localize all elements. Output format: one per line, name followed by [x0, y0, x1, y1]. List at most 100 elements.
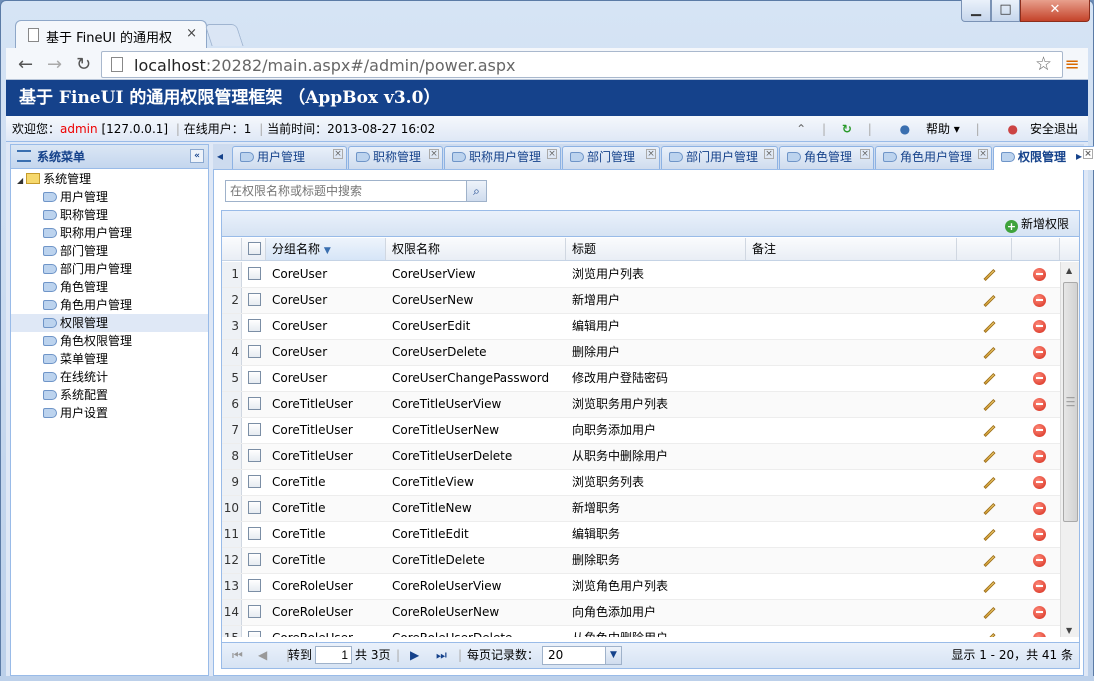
page-size-select[interactable]: 20 ▼: [542, 646, 622, 665]
table-row[interactable]: 1 CoreUser CoreUserView 浏览用户列表: [222, 262, 1060, 288]
delete-icon[interactable]: [1032, 632, 1046, 637]
delete-icon[interactable]: [1032, 476, 1046, 489]
table-row[interactable]: 5 CoreUser CoreUserChangePassword 修改用户登陆密码: [222, 366, 1060, 392]
scroll-down-icon[interactable]: ▼: [1066, 626, 1072, 635]
column-header-group[interactable]: 分组名称 ▼: [266, 238, 386, 260]
close-icon[interactable]: ×: [429, 149, 439, 159]
sidebar-item[interactable]: 角色管理: [43, 278, 108, 296]
table-row[interactable]: 11 CoreTitle CoreTitleEdit 编辑职务: [222, 522, 1060, 548]
sidebar-item[interactable]: 职称管理: [43, 206, 108, 224]
row-checkbox[interactable]: [248, 631, 261, 637]
row-checkbox[interactable]: [248, 293, 261, 306]
edit-pencil-icon[interactable]: [982, 294, 996, 308]
row-checkbox[interactable]: [248, 527, 261, 540]
delete-icon[interactable]: [1032, 372, 1046, 385]
sidebar-item[interactable]: 用户设置: [43, 404, 108, 422]
sidebar-item[interactable]: 角色用户管理: [43, 296, 132, 314]
tab[interactable]: 部门管理 ×: [562, 146, 660, 169]
first-page-icon[interactable]: ⏮: [232, 643, 243, 667]
column-header-remark[interactable]: 备注: [746, 238, 957, 260]
close-icon[interactable]: ×: [978, 149, 988, 159]
close-window-button[interactable]: ✕: [1020, 0, 1090, 22]
table-row[interactable]: 12 CoreTitle CoreTitleDelete 删除职务: [222, 548, 1060, 574]
close-icon[interactable]: ×: [333, 149, 343, 159]
row-checkbox[interactable]: [248, 371, 261, 384]
delete-icon[interactable]: [1032, 294, 1046, 307]
sidebar-item[interactable]: 系统配置: [43, 386, 108, 404]
help-menu[interactable]: ● 帮助 ▾: [888, 122, 960, 136]
close-icon[interactable]: ×: [547, 149, 557, 159]
delete-icon[interactable]: [1032, 528, 1046, 541]
table-row[interactable]: 8 CoreTitleUser CoreTitleUserDelete 从职务中删除用…: [222, 444, 1060, 470]
edit-pencil-icon[interactable]: [982, 606, 996, 620]
select-all-checkbox[interactable]: [248, 242, 261, 255]
delete-icon[interactable]: [1032, 424, 1046, 437]
add-power-button[interactable]: + 新增权限: [1004, 215, 1069, 233]
refresh-icon[interactable]: ↻: [842, 122, 852, 136]
sidebar-item[interactable]: 权限管理: [11, 314, 208, 332]
edit-pencil-icon[interactable]: [982, 424, 996, 438]
collapse-header-icon[interactable]: ⌃: [796, 122, 806, 136]
row-checkbox[interactable]: [248, 267, 261, 280]
tab-scroll-right-icon[interactable]: ▸: [1076, 149, 1082, 163]
tab[interactable]: 职称用户管理 ×: [444, 146, 561, 169]
back-icon[interactable]: ←: [18, 54, 33, 75]
address-bar[interactable]: localhost:20282/main.aspx#/admin/power.a…: [101, 51, 1063, 78]
bookmark-star-icon[interactable]: ☆: [1035, 53, 1052, 75]
minimize-button[interactable]: ▁: [961, 0, 991, 22]
tab[interactable]: 角色管理 ×: [779, 146, 874, 169]
row-checkbox[interactable]: [248, 501, 261, 514]
delete-icon[interactable]: [1032, 580, 1046, 593]
next-page-icon[interactable]: ▶: [410, 643, 419, 667]
table-row[interactable]: 15 CoreRoleUser CoreRoleUserDelete 从角色中删除用户: [222, 626, 1060, 637]
edit-pencil-icon[interactable]: [982, 450, 996, 464]
expand-icon[interactable]: ◢: [17, 176, 23, 185]
table-row[interactable]: 6 CoreTitleUser CoreTitleUserView 浏览职务用户列表: [222, 392, 1060, 418]
table-row[interactable]: 10 CoreTitle CoreTitleNew 新增职务: [222, 496, 1060, 522]
search-icon[interactable]: ⌕: [466, 181, 486, 201]
sidebar-item[interactable]: 角色权限管理: [43, 332, 132, 350]
edit-pencil-icon[interactable]: [982, 346, 996, 360]
delete-icon[interactable]: [1032, 554, 1046, 567]
delete-icon[interactable]: [1032, 398, 1046, 411]
sidebar-item[interactable]: 在线统计: [43, 368, 108, 386]
tab[interactable]: 角色用户管理 ×: [875, 146, 992, 169]
edit-pencil-icon[interactable]: [982, 528, 996, 542]
close-tab-icon[interactable]: ×: [186, 26, 197, 41]
column-header-title[interactable]: 标题: [566, 238, 746, 260]
last-page-icon[interactable]: ⏭: [436, 643, 447, 667]
new-tab-button[interactable]: [204, 24, 244, 46]
page-number-input[interactable]: [315, 646, 352, 664]
tab-scroll-left-icon[interactable]: ◂: [217, 149, 223, 163]
row-checkbox[interactable]: [248, 579, 261, 592]
sidebar-item[interactable]: 菜单管理: [43, 350, 108, 368]
edit-pencil-icon[interactable]: [982, 632, 996, 637]
row-checkbox[interactable]: [248, 319, 261, 332]
table-row[interactable]: 14 CoreRoleUser CoreRoleUserNew 向角色添加用户: [222, 600, 1060, 626]
row-checkbox[interactable]: [248, 449, 261, 462]
row-checkbox[interactable]: [248, 475, 261, 488]
edit-pencil-icon[interactable]: [982, 476, 996, 490]
delete-icon[interactable]: [1032, 450, 1046, 463]
tree-root-system[interactable]: ◢ 系统管理: [17, 170, 91, 188]
edit-pencil-icon[interactable]: [982, 398, 996, 412]
tab[interactable]: 用户管理 ×: [232, 146, 347, 169]
delete-icon[interactable]: [1032, 502, 1046, 515]
table-row[interactable]: 3 CoreUser CoreUserEdit 编辑用户: [222, 314, 1060, 340]
edit-pencil-icon[interactable]: [982, 320, 996, 334]
username[interactable]: admin: [60, 122, 98, 136]
close-icon[interactable]: ×: [1083, 149, 1093, 159]
column-header-name[interactable]: 权限名称: [386, 238, 566, 260]
chevron-down-icon[interactable]: ▼: [605, 647, 621, 664]
edit-pencil-icon[interactable]: [982, 268, 996, 282]
row-checkbox[interactable]: [248, 423, 261, 436]
delete-icon[interactable]: [1032, 320, 1046, 333]
forward-icon[interactable]: →: [47, 54, 62, 75]
delete-icon[interactable]: [1032, 606, 1046, 619]
edit-pencil-icon[interactable]: [982, 502, 996, 516]
close-icon[interactable]: ×: [764, 149, 774, 159]
tab[interactable]: 职称管理 ×: [348, 146, 443, 169]
grid-scrollbar[interactable]: ▲ — — — ▼: [1060, 262, 1079, 637]
browser-tab[interactable]: 基于 FineUI 的通用权 ×: [15, 20, 207, 50]
edit-pencil-icon[interactable]: [982, 580, 996, 594]
